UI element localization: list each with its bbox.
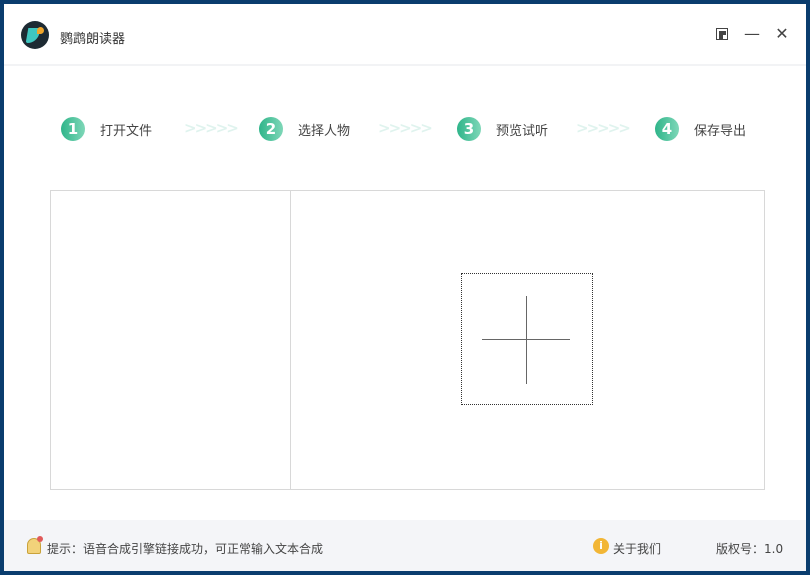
step-number: 3 (457, 117, 481, 141)
app-title: 鹦鹉朗读器 (60, 32, 126, 47)
step-label: 选择人物 (298, 123, 351, 139)
status-bar: 提示：语音合成引擎链接成功，可正常输入文本合成 i 关于我们 版权号：1.0 (4, 520, 806, 571)
version-label: 版权号：1.0 (716, 542, 784, 556)
close-button[interactable]: ✕ (772, 24, 792, 44)
parrot-logo-icon (21, 21, 49, 49)
step-number: 1 (61, 117, 85, 141)
bell-icon (27, 536, 43, 554)
step-save-export[interactable]: 4 保存导出 (655, 117, 746, 141)
arrows-icon: >>>>> (378, 119, 433, 137)
step-label: 保存导出 (694, 123, 747, 139)
layout-icon (716, 28, 728, 40)
content-panel (290, 190, 765, 490)
step-number: 4 (655, 117, 679, 141)
file-list-panel[interactable] (50, 190, 291, 490)
skin-button[interactable] (712, 24, 732, 44)
info-icon[interactable]: i (593, 538, 609, 554)
step-label: 打开文件 (100, 123, 153, 139)
step-number: 2 (259, 117, 283, 141)
plus-icon (526, 296, 527, 384)
app-window: 鹦鹉朗读器 — ✕ 1 打开文件 >>>>> 2 选择人物 >>>>> 3 预览试听 … (4, 4, 806, 571)
title-bar: 鹦鹉朗读器 — ✕ (4, 4, 806, 66)
minimize-button[interactable]: — (742, 24, 762, 44)
about-link[interactable]: 关于我们 (613, 540, 661, 557)
step-open-file[interactable]: 1 打开文件 (61, 117, 152, 141)
status-tip: 提示：语音合成引擎链接成功，可正常输入文本合成 (47, 542, 324, 556)
arrows-icon: >>>>> (184, 119, 239, 137)
arrows-icon: >>>>> (576, 119, 631, 137)
add-file-button[interactable] (461, 273, 593, 405)
step-preview[interactable]: 3 预览试听 (457, 117, 548, 141)
step-label: 预览试听 (496, 123, 549, 139)
step-select-voice[interactable]: 2 选择人物 (259, 117, 350, 141)
